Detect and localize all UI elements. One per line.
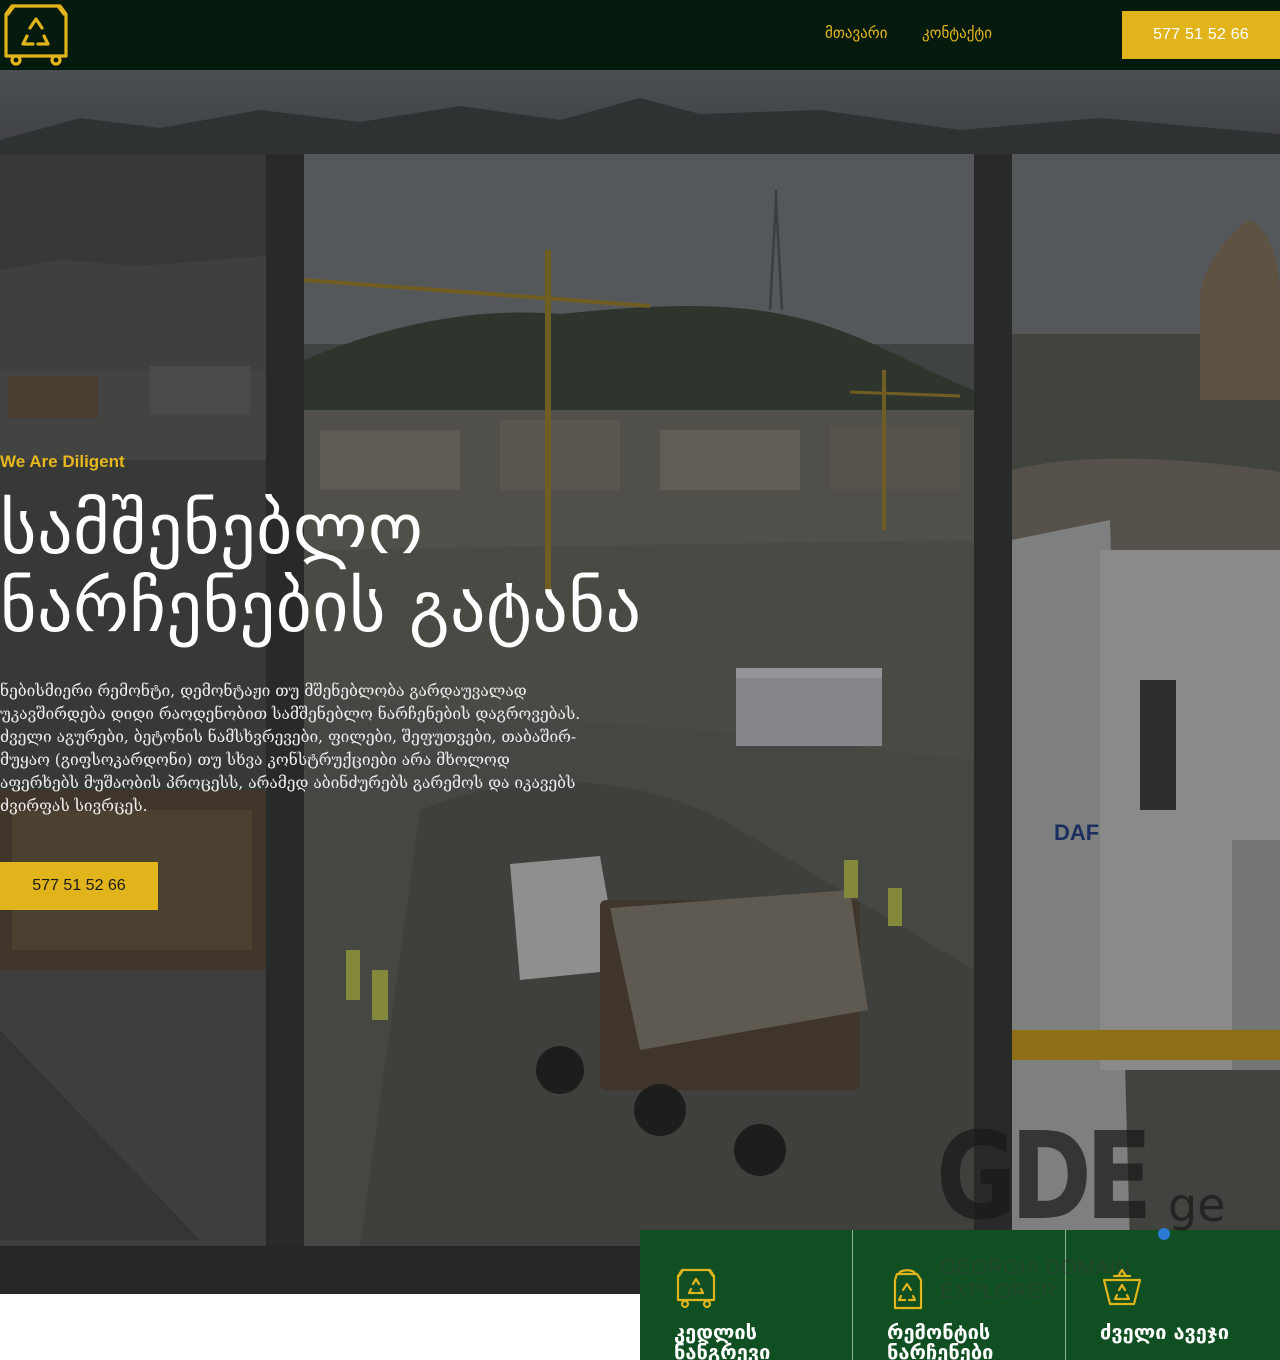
hero-title-line2: ნარჩენების გატანა bbox=[0, 566, 642, 648]
header-phone-button[interactable]: 577 51 52 66 bbox=[1122, 11, 1280, 59]
service-label: ძველი ავეჯი bbox=[1100, 1320, 1229, 1344]
svg-text:DAF: DAF bbox=[1054, 820, 1099, 845]
service-label: კედლის ნანგრევი bbox=[674, 1320, 771, 1360]
service-label: რემონტის ნარჩენები bbox=[887, 1320, 994, 1360]
recycling-container-icon bbox=[676, 1268, 716, 1309]
watermark: GDE ge GEORGIA DOMAIN EXPLORER bbox=[936, 1108, 1246, 1303]
watermark-logo: GDE bbox=[936, 1108, 1153, 1247]
hero-title: სამშენებლო ნარჩენების გატანა bbox=[0, 490, 800, 646]
hero-description: ნებისმიერი რემონტი, დემონტაჟი თუ მშენებლ… bbox=[0, 682, 581, 815]
recycling-container-icon[interactable] bbox=[0, 2, 70, 66]
site-header: მთავარი კონტაქტი 577 51 52 66 bbox=[0, 0, 1280, 70]
service-card-wall-debris[interactable]: კედლის ნანგრევი bbox=[640, 1230, 853, 1360]
watermark-subtitle: GEORGIA DOMAIN EXPLORER bbox=[940, 1256, 1131, 1303]
recycling-bin-icon bbox=[893, 1269, 923, 1310]
hero-tagline: We Are Diligent bbox=[0, 452, 125, 471]
hero-phone-button[interactable]: 577 51 52 66 bbox=[0, 862, 158, 910]
hero-title-line1: სამშენებლო bbox=[0, 488, 424, 570]
watermark-tld: ge bbox=[1168, 1178, 1226, 1232]
nav-contact[interactable]: კონტაქტი bbox=[922, 24, 992, 42]
nav-home[interactable]: მთავარი bbox=[825, 24, 887, 42]
